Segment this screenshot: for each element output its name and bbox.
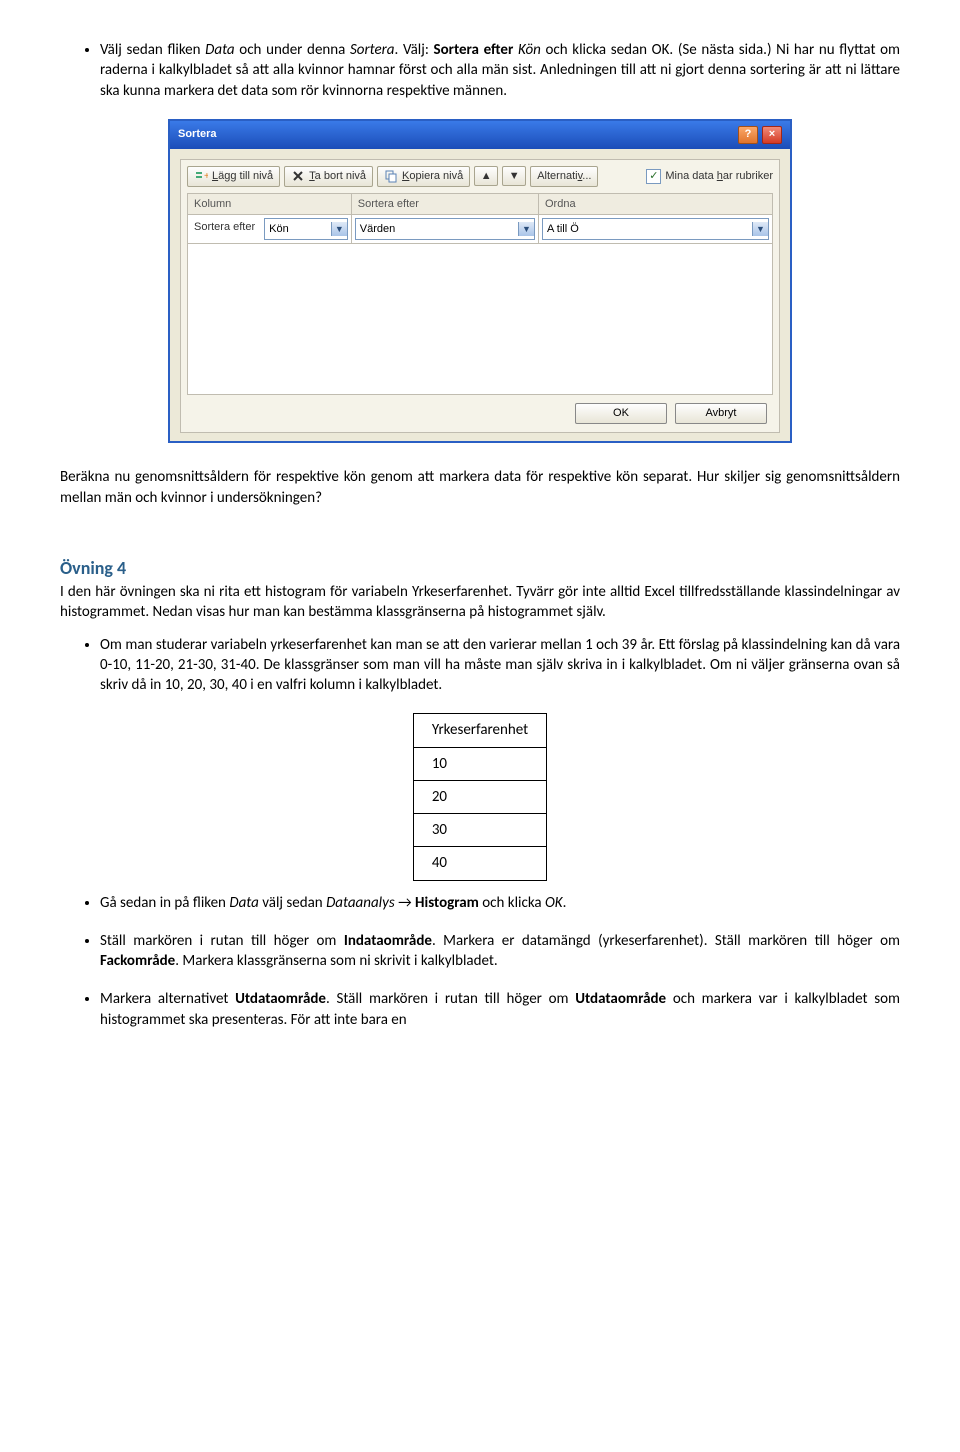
sort-dialog: Sortera ? × + Lägg till nivå Ta bort niv…	[168, 119, 792, 444]
t: . Markera er datamängd (yrkeserfarenhet)…	[432, 932, 900, 950]
txt: och under denna	[235, 41, 350, 59]
mini-head: Yrkeserfarenhet	[413, 714, 546, 747]
t: välj sedan	[259, 894, 326, 912]
column-dropdown[interactable]: Kön ▼	[264, 218, 348, 240]
dd-value: Värden	[360, 222, 395, 237]
txt-ital: Data	[205, 41, 234, 59]
delete-icon	[291, 169, 305, 183]
mini-cell: 30	[413, 814, 546, 847]
sort-on-dropdown[interactable]: Värden ▼	[355, 218, 535, 240]
cancel-button[interactable]: Avbryt	[675, 403, 767, 424]
t: Data	[229, 894, 258, 912]
t: →	[395, 894, 415, 912]
lbl: opiera nivå	[409, 170, 463, 182]
t: .	[563, 894, 567, 912]
add-level-button[interactable]: + Lägg till nivå	[187, 166, 280, 187]
copy-icon	[384, 169, 398, 183]
t: . Ställ markören i rutan till höger om	[326, 990, 575, 1008]
ok-button[interactable]: OK	[575, 403, 667, 424]
t: Utdataområde	[575, 990, 666, 1008]
mini-cell: 40	[413, 847, 546, 880]
t: Ställ markören i rutan till höger om	[100, 932, 344, 950]
dialog-title: Sortera	[178, 127, 217, 142]
bullet-class: Om man studerar variabeln yrkeserfarenhe…	[100, 635, 900, 696]
move-up-button[interactable]: ▲	[474, 166, 498, 186]
chevron-down-icon: ▼	[518, 222, 534, 236]
bullet-indata: Ställ markören i rutan till höger om Ind…	[100, 931, 900, 972]
add-icon: +	[194, 169, 208, 183]
arrow-up-icon: ▲	[479, 169, 493, 183]
order-dropdown[interactable]: A till Ö ▼	[542, 218, 769, 240]
t: Gå sedan in på fliken	[100, 894, 229, 912]
txt-ital: Kön	[518, 41, 541, 59]
arrow-down-icon: ▼	[507, 169, 521, 183]
bullet-histogram: Gå sedan in på fliken Data välj sedan Da…	[100, 893, 900, 913]
bullet-utdata: Markera alternativet Utdataområde. Ställ…	[100, 989, 900, 1030]
delete-level-button[interactable]: Ta bort nivå	[284, 166, 373, 187]
chevron-down-icon: ▼	[752, 222, 768, 236]
t: Fackområde	[100, 952, 175, 970]
copy-level-button[interactable]: Kopiera nivå	[377, 166, 470, 187]
t: Dataanalys	[326, 894, 395, 912]
sort-row: Sortera efter Kön ▼ Värden ▼	[188, 215, 773, 244]
empty-area	[188, 244, 772, 394]
help-icon[interactable]: ?	[738, 126, 758, 144]
svg-text:+: +	[204, 171, 208, 182]
dialog-toolbar: + Lägg till nivå Ta bort nivå Kopiera ni…	[187, 166, 773, 187]
paragraph-intro4: I den här övningen ska ni rita ett histo…	[60, 582, 900, 623]
dd-value: Kön	[269, 222, 289, 237]
headers-checkbox[interactable]: ✓ Mina data har rubriker	[646, 169, 773, 184]
paragraph-calc: Beräkna nu genomsnittsåldern för respekt…	[60, 467, 900, 508]
move-down-button[interactable]: ▼	[502, 166, 526, 186]
t: Indataområde	[344, 932, 432, 950]
col-ordna: Ordna	[538, 193, 772, 215]
bullet-1: Välj sedan fliken Data och under denna S…	[100, 40, 900, 101]
lbl: ägg till nivå	[218, 170, 273, 182]
txt-bold: Sortera efter	[434, 41, 514, 59]
txt-ital: Sortera	[350, 41, 395, 59]
t: Histogram	[415, 894, 479, 912]
t: Markera alternativet	[100, 990, 235, 1008]
txt: . Välj:	[395, 41, 434, 59]
chevron-down-icon: ▼	[331, 222, 347, 236]
class-limits-table: Yrkeserfarenhet 10 20 30 40	[413, 713, 547, 880]
lbl: a bort nivå	[315, 170, 366, 182]
row-label: Sortera efter	[188, 215, 261, 243]
dd-value: A till Ö	[547, 222, 579, 237]
t: OK	[545, 894, 563, 912]
t: Utdataområde	[235, 990, 326, 1008]
txt: Välj sedan fliken	[100, 41, 205, 59]
t: . Markera klassgränserna som ni skrivit …	[175, 952, 497, 970]
close-icon[interactable]: ×	[762, 126, 782, 144]
sort-levels-table: Kolumn Sortera efter Ordna Sortera efter…	[187, 193, 773, 396]
titlebar: Sortera ? ×	[170, 121, 790, 149]
heading-ovning4: Övning 4	[60, 556, 900, 580]
t: och klicka	[479, 894, 545, 912]
col-sortera: Sortera efter	[351, 193, 538, 215]
check-icon: ✓	[646, 169, 661, 184]
mini-cell: 10	[413, 747, 546, 780]
mini-cell: 20	[413, 780, 546, 813]
options-button[interactable]: Alternativ...	[530, 166, 598, 187]
col-kolumn: Kolumn	[188, 193, 352, 215]
